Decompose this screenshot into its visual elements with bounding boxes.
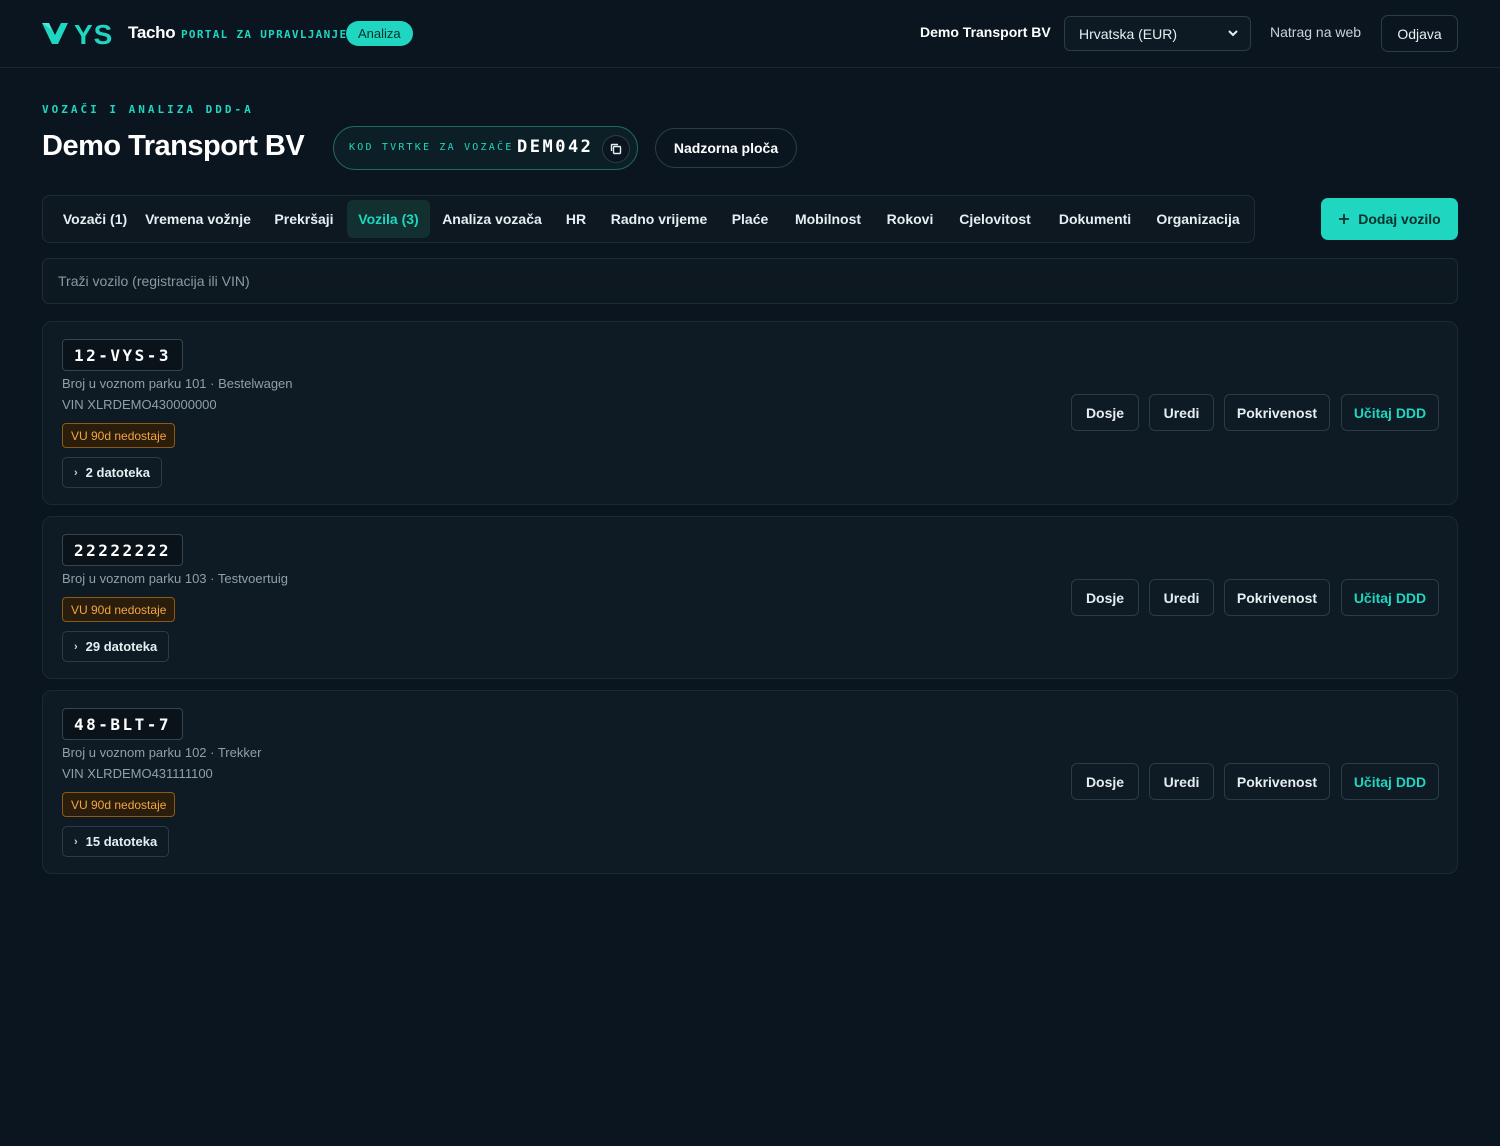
fleet-info: Broj u voznom parku 101 · Bestelwagen — [62, 376, 293, 391]
coverage-button[interactable]: Pokrivenost — [1224, 394, 1330, 431]
tab-integrity[interactable]: Cjelovitost — [951, 200, 1039, 238]
brand-name: Tacho — [128, 23, 176, 42]
files-toggle[interactable]: › 2 datoteka — [62, 457, 162, 488]
plus-icon — [1339, 214, 1350, 224]
files-count: 15 datoteka — [85, 834, 158, 849]
files-toggle[interactable]: › 29 datoteka — [62, 631, 170, 662]
tab-bar: Vozači (1) Vremena vožnje Prekršaji Vozi… — [42, 195, 1255, 243]
coverage-button[interactable]: Pokrivenost — [1224, 763, 1330, 800]
edit-button[interactable]: Uredi — [1149, 763, 1214, 800]
tab-documents[interactable]: Dokumenti — [1051, 200, 1139, 238]
tab-deadlines[interactable]: Rokovi — [881, 200, 939, 238]
license-plate: 12-VYS-3 — [62, 339, 184, 371]
status-badge: VU 90d nedostaje — [62, 792, 176, 817]
edit-button[interactable]: Uredi — [1149, 394, 1214, 431]
page-title: Demo Transport BV — [42, 130, 305, 162]
chevron-right-icon: › — [74, 640, 78, 653]
back-to-web-link[interactable]: Natrag na web — [1270, 24, 1361, 40]
load-ddd-button[interactable]: Učitaj DDD — [1341, 394, 1439, 431]
load-ddd-button[interactable]: Učitaj DDD — [1341, 763, 1439, 800]
coverage-button[interactable]: Pokrivenost — [1224, 579, 1330, 616]
status-badge: VU 90d nedostaje — [62, 597, 176, 622]
copy-code-button[interactable] — [602, 135, 630, 163]
tab-salaries[interactable]: Plaće — [725, 200, 775, 238]
load-ddd-button[interactable]: Učitaj DDD — [1341, 579, 1439, 616]
company-name: Demo Transport BV — [920, 24, 1051, 40]
fleet-info: Broj u voznom parku 102 · Trekker — [62, 745, 262, 760]
tab-infringements[interactable]: Prekršaji — [265, 200, 343, 238]
company-code-value: DEM042 — [517, 137, 594, 157]
dossier-button[interactable]: Dosje — [1071, 394, 1139, 431]
files-count: 29 datoteka — [85, 639, 158, 654]
region-select[interactable]: Hrvatska (EUR) — [1064, 16, 1251, 51]
company-code-label: KOD TVRTKE ZA VOZAČE — [349, 142, 514, 153]
tab-vehicles[interactable]: Vozila (3) — [347, 200, 430, 238]
chevron-down-icon — [1228, 30, 1238, 37]
files-toggle[interactable]: › 15 datoteka — [62, 826, 170, 857]
add-vehicle-label: Dodaj vozilo — [1358, 211, 1441, 227]
region-select-value: Hrvatska (EUR) — [1079, 25, 1178, 42]
tab-driving-times[interactable]: Vremena vožnje — [141, 200, 255, 238]
top-bar: YS Tacho PORTAL ZA UPRAVLJANJE Analiza D… — [0, 0, 1500, 68]
vehicle-card: 22222222 Broj u voznom parku 103 · Testv… — [42, 516, 1458, 679]
company-code-pill: KOD TVRTKE ZA VOZAČE DEM042 — [333, 126, 638, 170]
tab-organization[interactable]: Organizacija — [1151, 200, 1245, 238]
dossier-button[interactable]: Dosje — [1071, 763, 1139, 800]
brand-subtitle: PORTAL ZA UPRAVLJANJE — [181, 28, 348, 41]
status-badge: VU 90d nedostaje — [62, 423, 176, 448]
logout-button[interactable]: Odjava — [1381, 15, 1458, 52]
dossier-button[interactable]: Dosje — [1071, 579, 1139, 616]
vin-info: VIN XLRDEMO430000000 — [62, 397, 217, 412]
fleet-info: Broj u voznom parku 103 · Testvoertuig — [62, 571, 288, 586]
tab-hr[interactable]: HR — [559, 200, 593, 238]
vin-info: VIN XLRDEMO431111100 — [62, 766, 213, 781]
vehicle-search — [42, 258, 1458, 304]
edit-button[interactable]: Uredi — [1149, 579, 1214, 616]
vehicle-card: 48-BLT-7 Broj u voznom parku 102 · Trekk… — [42, 690, 1458, 874]
tab-mobility[interactable]: Mobilnost — [787, 200, 869, 238]
vys-logo[interactable]: YS — [40, 18, 120, 48]
svg-text:YS: YS — [74, 19, 113, 48]
dashboard-button[interactable]: Nadzorna ploča — [655, 128, 797, 168]
vehicle-card: 12-VYS-3 Broj u voznom parku 101 · Beste… — [42, 321, 1458, 505]
chevron-right-icon: › — [74, 466, 78, 479]
tab-drivers[interactable]: Vozači (1) — [49, 200, 141, 238]
chevron-right-icon: › — [74, 835, 78, 848]
analiza-badge: Analiza — [346, 21, 413, 46]
tab-driver-analysis[interactable]: Analiza vozača — [437, 200, 547, 238]
license-plate: 22222222 — [62, 534, 184, 566]
page-eyebrow: VOZAČI I ANALIZA DDD-A — [42, 103, 254, 116]
vehicle-search-input[interactable] — [58, 273, 1442, 289]
add-vehicle-button[interactable]: Dodaj vozilo — [1321, 198, 1458, 240]
license-plate: 48-BLT-7 — [62, 708, 184, 740]
files-count: 2 datoteka — [85, 465, 150, 480]
tab-working-time[interactable]: Radno vrijeme — [605, 200, 713, 238]
copy-icon — [610, 143, 622, 155]
